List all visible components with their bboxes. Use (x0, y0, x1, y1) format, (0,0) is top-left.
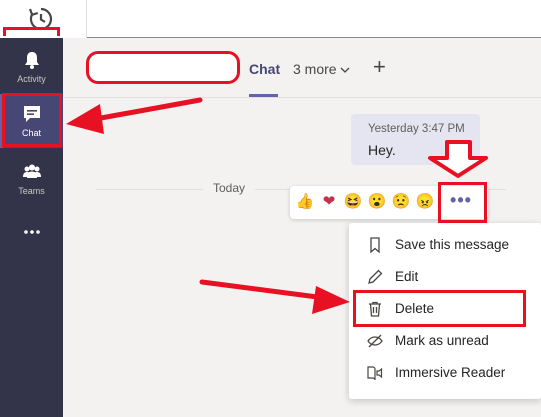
message-timestamp: Yesterday 3:47 PM (368, 123, 465, 135)
history-icon (28, 7, 53, 31)
menu-label-delete: Delete (395, 301, 435, 316)
rail-label-chat: Chat (21, 128, 41, 138)
tab-more-dropdown[interactable]: 3 more (293, 61, 350, 77)
rail-label-activity: Activity (17, 74, 46, 84)
redacted-contact-name (86, 51, 240, 84)
menu-item-delete[interactable]: Delete (349, 293, 541, 325)
bookmark-icon (370, 237, 380, 254)
title-bar (0, 0, 541, 38)
reaction-laugh[interactable]: 😆 (343, 192, 363, 212)
reaction-surprised[interactable]: 😮 (367, 192, 387, 212)
teams-icon (23, 164, 41, 178)
mark-unread-icon (367, 334, 383, 348)
date-divider-label: Today (203, 181, 256, 195)
rail-item-chat[interactable]: Chat (0, 94, 63, 148)
message-text: Hey. (368, 142, 396, 158)
menu-item-immersive-reader[interactable]: Immersive Reader (349, 357, 541, 389)
more-options-button[interactable]: ••• (437, 187, 485, 218)
tab-chat-underline (249, 94, 278, 97)
reaction-angry[interactable]: 😠 (415, 192, 435, 212)
menu-item-mark-unread[interactable]: Mark as unread (349, 325, 541, 357)
pencil-icon (368, 269, 383, 284)
rail-item-teams[interactable]: Teams (0, 152, 63, 206)
chat-message-bubble[interactable]: Yesterday 3:47 PM Hey. (351, 114, 480, 165)
message-context-menu: Save this message Edit Delete Mark as un… (349, 223, 541, 399)
menu-label-mark-unread: Mark as unread (395, 333, 489, 348)
menu-label-immersive-reader: Immersive Reader (395, 365, 506, 380)
app-rail: Activity Chat Teams (0, 38, 63, 417)
add-tab-button[interactable]: + (373, 56, 386, 78)
reaction-bar: 👍 ❤ 😆 😮 😟 😠 ••• (290, 186, 488, 219)
chat-icon (24, 106, 40, 122)
history-button[interactable] (0, 0, 87, 38)
reaction-sad[interactable]: 😟 (391, 192, 411, 212)
reaction-heart[interactable]: ❤ (319, 192, 339, 212)
more-horizontal-icon (24, 230, 40, 234)
tab-more-label: 3 more (293, 61, 337, 77)
rail-item-activity[interactable]: Activity (0, 40, 63, 94)
rail-item-more[interactable] (0, 210, 63, 264)
immersive-reader-icon (367, 366, 383, 381)
chat-header: Chat 3 more + (63, 38, 541, 98)
trash-icon (369, 301, 381, 317)
menu-item-save[interactable]: Save this message (349, 229, 541, 261)
bell-icon (25, 52, 39, 69)
menu-label-edit: Edit (395, 269, 419, 284)
chevron-down-icon (340, 61, 350, 77)
tab-chat[interactable]: Chat (249, 61, 280, 77)
menu-item-edit[interactable]: Edit (349, 261, 541, 293)
conversation-pane: Yesterday 3:47 PM Hey. Today 👍 ❤ 😆 😮 😟 😠… (63, 99, 541, 417)
menu-label-save: Save this message (395, 237, 510, 252)
reaction-like[interactable]: 👍 (295, 192, 315, 212)
rail-label-teams: Teams (18, 186, 45, 196)
